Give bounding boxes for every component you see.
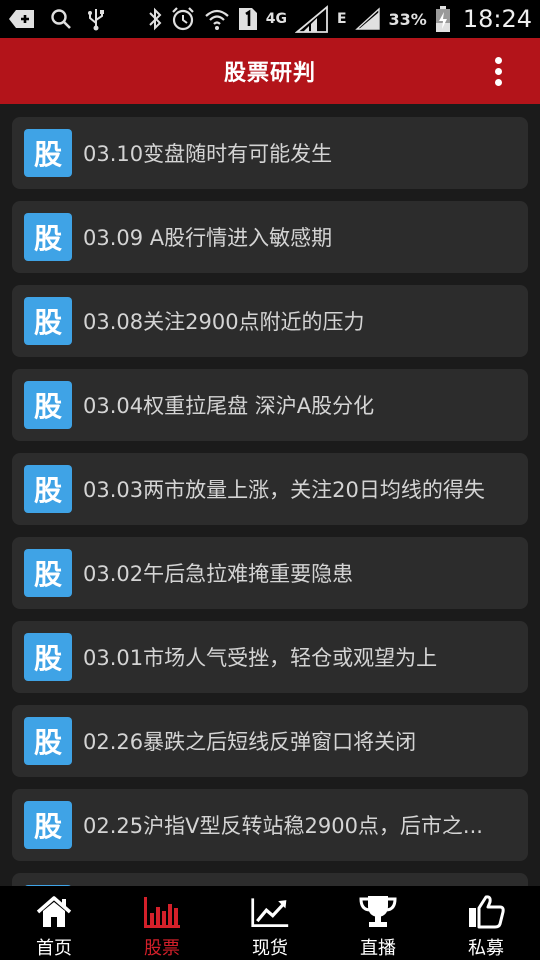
trophy-icon [358,894,398,930]
stock-badge: 股 [24,129,72,177]
stock-badge: 股 [24,801,72,849]
stock-badge: 股 [24,717,72,765]
wifi-icon [204,7,230,31]
list-item-title: 02.25沪指V型反转站稳2900点，后市之... [83,814,483,838]
nav-spot[interactable]: 现货 [216,886,324,960]
list-item[interactable]: 股 03.03两市放量上涨，关注20日均线的得失 [12,453,528,525]
list-item[interactable]: 股 03.10变盘随时有可能发生 [12,117,528,189]
page-title: 股票研判 [223,61,316,86]
more-vertical-icon-dot [494,67,502,75]
list-item[interactable]: 股 02.26暴跌之后短线反弹窗口将关闭 [12,705,528,777]
nav-label: 首页 [36,938,72,959]
analysis-list[interactable]: 股 03.10变盘随时有可能发生 股 03.09 A股行情进入敏感期 股 03.… [0,104,540,886]
stock-badge: 股 [24,381,72,429]
nav-label: 现货 [252,938,288,959]
more-options-button[interactable] [492,51,504,91]
stock-badge: 股 [24,297,72,345]
nav-stocks[interactable]: 股票 [108,886,216,960]
list-item-title: 02.26暴跌之后短线反弹窗口将关闭 [83,730,417,754]
nav-label: 私募 [468,938,504,959]
alarm-icon [170,6,196,32]
usb-icon [86,7,106,31]
nav-label: 直播 [360,938,396,959]
bluetooth-icon [148,7,162,31]
list-item-title: 03.10变盘随时有可能发生 [83,142,333,166]
stock-badge: 股 [24,549,72,597]
trend-chart-icon [250,894,290,930]
list-item[interactable]: 股 03.08关注2900点附近的压力 [12,285,528,357]
bar-chart-icon [142,894,182,930]
list-item-title: 03.02午后急拉难掩重要隐患 [83,562,354,586]
list-item[interactable]: 股 03.04权重拉尾盘 深沪A股分化 [12,369,528,441]
list-item[interactable]: 股 03.09 A股行情进入敏感期 [12,201,528,273]
signal-strength-icon [354,7,381,31]
battery-percentage: 33% [388,9,427,29]
network-e-label: E [336,11,347,27]
list-item-title: 03.08关注2900点附近的压力 [83,310,365,334]
app-header: 股票研判 [0,38,540,104]
thumbs-up-icon [466,894,506,930]
home-icon [34,894,74,930]
nav-home[interactable]: 首页 [0,886,108,960]
list-item[interactable]: 股 [12,873,528,886]
signal-strength-icon [294,5,329,33]
notification-add-icon [8,9,36,29]
list-item-title: 03.03两市放量上涨，关注20日均线的得失 [83,478,485,502]
search-icon [50,8,72,30]
status-bar: 4G E 33% 18:24 [0,0,540,38]
battery-charging-icon [435,5,451,33]
sim-card-icon [238,7,258,31]
more-vertical-icon [494,56,502,64]
stock-badge: 股 [24,633,72,681]
more-vertical-icon-dot [494,78,502,86]
list-item-title: 03.01市场人气受挫，轻仓或观望为上 [83,646,438,670]
bottom-nav: 首页 股票 现货 直播 私募 [0,886,540,960]
list-item[interactable]: 股 02.25沪指V型反转站稳2900点，后市之... [12,789,528,861]
list-item-title: 03.04权重拉尾盘 深沪A股分化 [83,394,375,418]
list-item[interactable]: 股 03.01市场人气受挫，轻仓或观望为上 [12,621,528,693]
network-4g-label: 4G [265,11,287,27]
nav-live[interactable]: 直播 [324,886,432,960]
stock-badge: 股 [24,465,72,513]
nav-private-fund[interactable]: 私募 [432,886,540,960]
stock-badge: 股 [24,213,72,261]
list-item-title: 03.09 A股行情进入敏感期 [83,226,333,250]
nav-label: 股票 [144,938,180,959]
clock: 18:24 [462,5,532,33]
list-item[interactable]: 股 03.02午后急拉难掩重要隐患 [12,537,528,609]
